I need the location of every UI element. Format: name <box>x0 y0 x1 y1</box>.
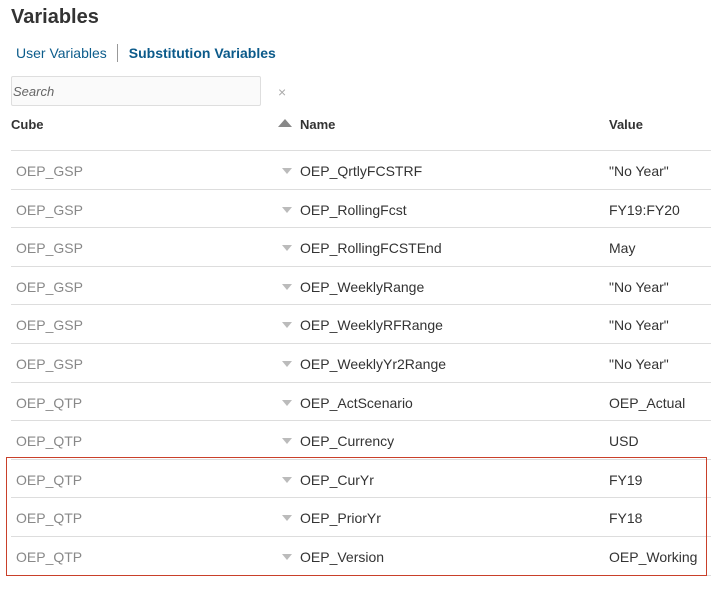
table-row[interactable]: OEP_GSP OEP_WeeklyRFRange "No Year" <box>11 305 711 344</box>
cell-cube: OEP_GSP <box>16 278 83 295</box>
table-row[interactable]: OEP_QTP OEP_ActScenario OEP_Actual <box>11 383 711 422</box>
variables-table-body: OEP_GSP OEP_QrtlyFCSTRF "No Year" OEP_GSP OE… <box>11 150 711 576</box>
row-menu-caret-icon[interactable] <box>282 399 292 406</box>
cell-cube: OEP_QTP <box>16 471 83 488</box>
row-menu-caret-icon[interactable] <box>282 245 292 252</box>
table-row[interactable]: OEP_GSP OEP_RollingFCSTEnd May <box>11 228 711 267</box>
table-row[interactable]: OEP_QTP OEP_Currency USD <box>11 421 711 460</box>
cell-name: OEP_CurYr <box>300 471 374 488</box>
cell-name: OEP_ActScenario <box>300 394 413 411</box>
variable-tabs: User Variables Substitution Variables <box>16 44 276 62</box>
cell-name: OEP_Currency <box>300 433 395 450</box>
tab-user-variables[interactable]: User Variables <box>16 45 107 61</box>
cell-value: "No Year" <box>609 163 669 179</box>
cell-value: "No Year" <box>609 278 669 295</box>
cell-cube: OEP_GSP <box>16 201 83 218</box>
cell-name: OEP_WeeklyRFRange <box>300 317 443 334</box>
tab-substitution-variables[interactable]: Substitution Variables <box>129 45 276 61</box>
search-box <box>11 76 261 106</box>
cell-cube: OEP_GSP <box>16 317 83 334</box>
cell-value: "No Year" <box>609 317 669 334</box>
search-input[interactable] <box>12 77 261 105</box>
cell-name: OEP_QrtlyFCSTRF <box>300 163 423 179</box>
cell-name: OEP_WeeklyYr2Range <box>300 355 447 372</box>
cell-name: OEP_PriorYr <box>300 510 381 527</box>
table-row[interactable]: OEP_GSP OEP_RollingFcst FY19:FY20 <box>11 190 711 229</box>
cell-value: USD <box>609 433 639 450</box>
cell-cube: OEP_GSP <box>16 240 83 257</box>
cell-name: OEP_RollingFcst <box>300 201 407 218</box>
row-menu-caret-icon[interactable] <box>282 553 292 560</box>
row-menu-caret-icon[interactable] <box>282 283 292 290</box>
row-menu-caret-icon[interactable] <box>282 206 292 213</box>
table-row[interactable]: OEP_GSP OEP_WeeklyYr2Range "No Year" <box>11 344 711 383</box>
cell-name: OEP_RollingFCSTEnd <box>300 240 442 257</box>
table-row[interactable]: OEP_QTP OEP_Version OEP_Working <box>11 537 711 576</box>
row-menu-caret-icon[interactable] <box>282 515 292 522</box>
table-row[interactable]: OEP_QTP OEP_PriorYr FY18 <box>11 498 711 537</box>
row-menu-caret-icon[interactable] <box>282 476 292 483</box>
table-row[interactable]: OEP_GSP OEP_QrtlyFCSTRF "No Year" <box>11 151 711 190</box>
cell-cube: OEP_QTP <box>16 394 83 411</box>
column-header-cube[interactable]: Cube <box>11 117 44 132</box>
tab-divider <box>116 44 118 62</box>
row-menu-caret-icon[interactable] <box>282 438 292 445</box>
table-row[interactable]: OEP_QTP OEP_CurYr FY19 <box>11 460 711 499</box>
sort-ascending-icon[interactable] <box>278 119 292 127</box>
cell-name: OEP_Version <box>300 548 385 565</box>
cell-cube: OEP_GSP <box>16 355 83 372</box>
cell-value: FY18 <box>609 510 643 527</box>
cell-cube: OEP_GSP <box>16 163 83 179</box>
column-header-name[interactable]: Name <box>300 117 335 132</box>
cell-value: FY19:FY20 <box>609 201 680 218</box>
column-header-value[interactable]: Value <box>609 117 643 132</box>
row-menu-caret-icon[interactable] <box>282 168 292 174</box>
row-menu-caret-icon[interactable] <box>282 322 292 329</box>
table-row[interactable]: OEP_GSP OEP_WeeklyRange "No Year" <box>11 267 711 306</box>
cell-cube: OEP_QTP <box>16 510 83 527</box>
clear-search-icon[interactable]: × <box>278 84 286 100</box>
cell-cube: OEP_QTP <box>16 548 83 565</box>
cell-value: "No Year" <box>609 355 669 372</box>
cell-cube: OEP_QTP <box>16 433 83 450</box>
cell-value: FY19 <box>609 471 643 488</box>
row-menu-caret-icon[interactable] <box>282 360 292 367</box>
cell-value: May <box>609 240 636 257</box>
cell-value: OEP_Working <box>609 548 698 565</box>
page-title: Variables <box>11 6 99 28</box>
cell-value: OEP_Actual <box>609 394 686 411</box>
cell-name: OEP_WeeklyRange <box>300 278 425 295</box>
